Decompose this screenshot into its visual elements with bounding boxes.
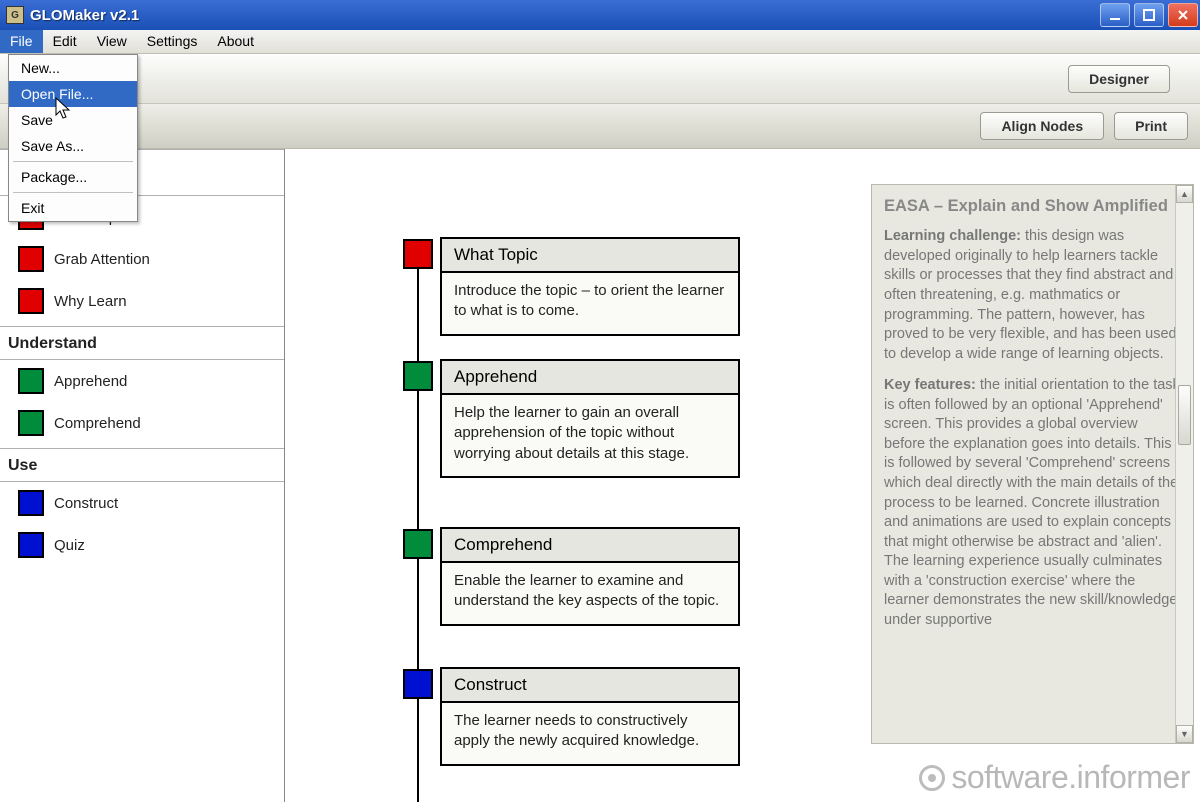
node-handle[interactable]: [403, 239, 433, 269]
node-what-topic[interactable]: What Topic Introduce the topic – to orie…: [440, 237, 740, 336]
swatch-icon: [18, 246, 44, 272]
palette-apprehend[interactable]: Apprehend: [0, 360, 284, 402]
info-panel: EASA – Explain and Show Amplified Learni…: [871, 184, 1194, 744]
palette-label: Comprehend: [54, 415, 141, 432]
swatch-icon: [18, 532, 44, 558]
scroll-thumb[interactable]: [1178, 385, 1191, 445]
node-palette: What Topic Grab Attention Why Learn Unde…: [0, 149, 285, 802]
node-comprehend[interactable]: Comprehend Enable the learner to examine…: [440, 527, 740, 626]
flow-canvas[interactable]: What Topic Introduce the topic – to orie…: [285, 149, 865, 802]
info-learning-challenge: Learning challenge: this design was deve…: [884, 227, 1181, 364]
node-apprehend[interactable]: Apprehend Help the learner to gain an ov…: [440, 359, 740, 478]
menu-item-open-file[interactable]: Open File...: [9, 81, 137, 107]
swatch-icon: [18, 490, 44, 516]
node-title: Apprehend: [442, 361, 738, 395]
palette-label: Grab Attention: [54, 251, 150, 268]
menu-bar: File Edit View Settings About: [0, 30, 1200, 54]
menu-file[interactable]: File: [0, 30, 43, 53]
node-handle[interactable]: [403, 361, 433, 391]
file-menu-dropdown: New... Open File... Save Save As... Pack…: [8, 54, 138, 222]
menu-separator: [13, 192, 133, 193]
toolbar-primary: Designer: [0, 54, 1200, 104]
palette-section-understand: Understand: [0, 326, 284, 360]
palette-label: Quiz: [54, 537, 85, 554]
minimize-button[interactable]: [1100, 3, 1130, 27]
align-nodes-button[interactable]: Align Nodes: [980, 112, 1104, 140]
menu-item-new[interactable]: New...: [9, 55, 137, 81]
node-title: What Topic: [442, 239, 738, 273]
designer-button[interactable]: Designer: [1068, 65, 1170, 93]
menu-item-package[interactable]: Package...: [9, 164, 137, 190]
palette-label: Construct: [54, 495, 118, 512]
menu-item-save-as[interactable]: Save As...: [9, 133, 137, 159]
title-bar: G GLOMaker v2.1: [0, 0, 1200, 30]
palette-grab-attention[interactable]: Grab Attention: [0, 238, 284, 280]
info-scrollbar[interactable]: ▲ ▼: [1175, 185, 1193, 743]
palette-comprehend[interactable]: Comprehend: [0, 402, 284, 444]
menu-settings[interactable]: Settings: [137, 30, 208, 53]
swatch-icon: [18, 368, 44, 394]
palette-label: Apprehend: [54, 373, 127, 390]
palette-construct[interactable]: Construct: [0, 482, 284, 524]
menu-item-exit[interactable]: Exit: [9, 195, 137, 221]
swatch-icon: [18, 288, 44, 314]
node-body: Introduce the topic – to orient the lear…: [442, 273, 738, 334]
node-title: Construct: [442, 669, 738, 703]
app-icon: G: [6, 6, 24, 24]
palette-label: Why Learn: [54, 293, 127, 310]
info-title: EASA – Explain and Show Amplified: [884, 195, 1181, 217]
watermark: software.informer: [919, 759, 1190, 796]
menu-item-save[interactable]: Save: [9, 107, 137, 133]
info-panel-wrap: EASA – Explain and Show Amplified Learni…: [865, 149, 1200, 802]
palette-section-use: Use: [0, 448, 284, 482]
info-key-features: Key features: the initial orientation to…: [884, 376, 1181, 630]
node-body: Enable the learner to examine and unders…: [442, 563, 738, 624]
node-handle[interactable]: [403, 529, 433, 559]
watermark-text: software.informer: [951, 759, 1190, 796]
menu-view[interactable]: View: [87, 30, 137, 53]
scroll-up-icon[interactable]: ▲: [1176, 185, 1193, 203]
print-button[interactable]: Print: [1114, 112, 1188, 140]
swatch-icon: [18, 410, 44, 436]
watermark-icon: [919, 765, 945, 791]
maximize-button[interactable]: [1134, 3, 1164, 27]
window-title: GLOMaker v2.1: [30, 7, 1098, 24]
node-construct[interactable]: Construct The learner needs to construct…: [440, 667, 740, 766]
palette-why-learn[interactable]: Why Learn: [0, 280, 284, 322]
node-body: Help the learner to gain an overall appr…: [442, 395, 738, 476]
palette-quiz[interactable]: Quiz: [0, 524, 284, 566]
node-body: The learner needs to constructively appl…: [442, 703, 738, 764]
toolbar-secondary: Align Nodes Print: [0, 104, 1200, 149]
scroll-down-icon[interactable]: ▼: [1176, 725, 1193, 743]
close-button[interactable]: [1168, 3, 1198, 27]
menu-about[interactable]: About: [207, 30, 264, 53]
menu-edit[interactable]: Edit: [43, 30, 87, 53]
node-handle[interactable]: [403, 669, 433, 699]
menu-separator: [13, 161, 133, 162]
node-title: Comprehend: [442, 529, 738, 563]
content-area: What Topic Grab Attention Why Learn Unde…: [0, 149, 1200, 802]
